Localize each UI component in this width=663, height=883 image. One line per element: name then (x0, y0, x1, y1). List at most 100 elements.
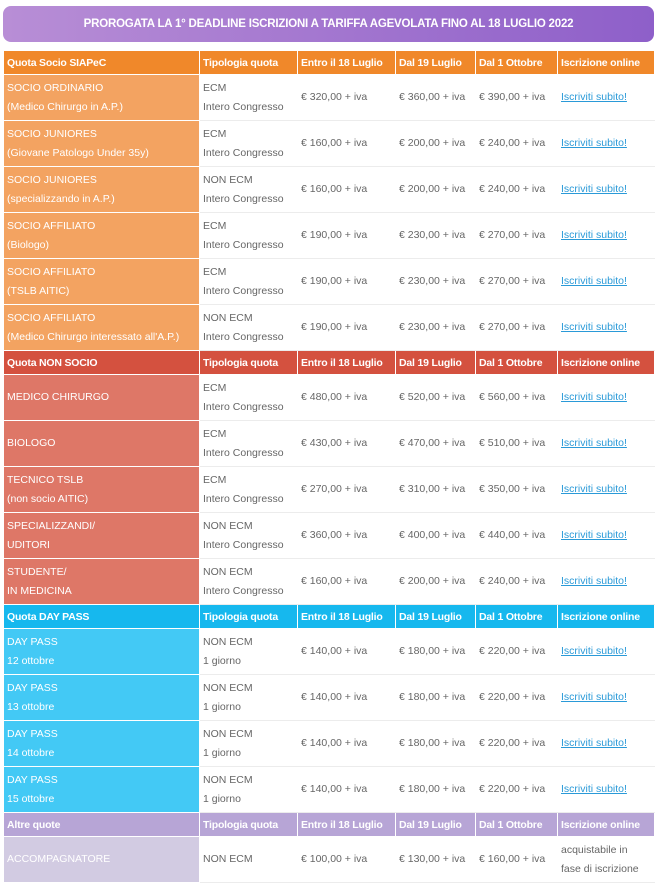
section-title: Quota Socio SIAPeC (3, 50, 200, 75)
column-header: Iscrizione online (557, 350, 655, 375)
column-header: Dal 19 Luglio (395, 812, 476, 837)
iscrizione-cell: Iscriviti subito! (557, 720, 655, 767)
price-cell: € 510,00 + iva (475, 420, 558, 467)
table-row: DAY PASS 14 ottobre NON ECM 1 giorno € 140,0… (3, 720, 655, 767)
quota-label: SOCIO ORDINARIO (7, 81, 104, 94)
iscriviti-link[interactable]: Iscriviti subito! (561, 783, 627, 795)
tipologia-cell: NON ECM 1 giorno (199, 720, 298, 767)
tipologia-duration: Intero Congresso (203, 100, 284, 113)
note-line: acquistabile in (561, 843, 628, 856)
quota-sublabel: (non socio AITIC) (7, 492, 89, 505)
price-cell: € 520,00 + iva (395, 374, 476, 421)
pricing-table: Quota Socio SIAPeC Tipologia quota Entro i… (3, 50, 655, 883)
column-header: Dal 19 Luglio (395, 604, 476, 629)
price-cell: € 160,00 + iva (475, 836, 558, 883)
price-cell: € 200,00 + iva (395, 120, 476, 167)
tipologia-duration: Intero Congresso (203, 146, 284, 159)
tipologia-type: ECM (203, 473, 227, 486)
table-row: SOCIO JUNIORES (specializzando in A.P.) NO… (3, 166, 655, 213)
iscrizione-cell: Iscriviti subito! (557, 512, 655, 559)
iscrizione-cell: Iscriviti subito! (557, 74, 655, 121)
tipologia-duration: Intero Congresso (203, 446, 284, 459)
price-cell: € 480,00 + iva (297, 374, 396, 421)
column-header: Dal 19 Luglio (395, 350, 476, 375)
quota-label: STUDENTE/ (7, 565, 67, 578)
quota-label: DAY PASS (7, 635, 58, 648)
tipologia-cell: NON ECM 1 giorno (199, 628, 298, 675)
quota-name: STUDENTE/IN MEDICINA (3, 558, 200, 605)
price-cell: € 390,00 + iva (475, 74, 558, 121)
quota-label: SOCIO JUNIORES (7, 173, 97, 186)
section-title: Quota NON SOCIO (3, 350, 200, 375)
tipologia-cell: NON ECM Intero Congresso (199, 304, 298, 351)
section-header-socio: Quota Socio SIAPeC Tipologia quota Entro i… (3, 50, 655, 75)
quota-name: SOCIO AFFILIATO (Biologo) (3, 212, 200, 259)
quota-name: SOCIO AFFILIATO (Medico Chirurgo interess… (3, 304, 200, 351)
quota-sublabel: (specializzando in A.P.) (7, 192, 115, 205)
quota-label: DAY PASS (7, 681, 58, 694)
price-cell: € 360,00 + iva (297, 512, 396, 559)
iscriviti-link[interactable]: Iscriviti subito! (561, 91, 627, 103)
iscriviti-link[interactable]: Iscriviti subito! (561, 483, 627, 495)
iscriviti-link[interactable]: Iscriviti subito! (561, 691, 627, 703)
table-row: SOCIO AFFILIATO (TSLB AITIC) ECM Intero Con… (3, 258, 655, 305)
quota-name: TECNICO TSLB (non socio AITIC) (3, 466, 200, 513)
iscriviti-link[interactable]: Iscriviti subito! (561, 391, 627, 403)
tipologia-cell: ECM Intero Congresso (199, 420, 298, 467)
tipologia-cell: ECM Intero Congresso (199, 374, 298, 421)
note-line: fase di iscrizione (561, 862, 639, 875)
table-row: SOCIO AFFILIATO (Medico Chirurgo interess… (3, 304, 655, 351)
iscriviti-link[interactable]: Iscriviti subito! (561, 183, 627, 195)
iscriviti-link[interactable]: Iscriviti subito! (561, 137, 627, 149)
price-cell: € 160,00 + iva (297, 558, 396, 605)
quota-name: DAY PASS 14 ottobre (3, 720, 200, 767)
iscriviti-link[interactable]: Iscriviti subito! (561, 437, 627, 449)
tipologia-type: ECM (203, 127, 227, 140)
quota-label: SOCIO JUNIORES (7, 127, 97, 140)
iscriviti-link[interactable]: Iscriviti subito! (561, 575, 627, 587)
table-row: TECNICO TSLB (non socio AITIC) ECM Intero C… (3, 466, 655, 513)
price-cell: € 470,00 + iva (395, 420, 476, 467)
tipologia-type: ECM (203, 81, 227, 94)
quota-sublabel: (Giovane Patologo Under 35y) (7, 146, 149, 159)
column-header: Tipologia quota (199, 350, 298, 375)
quota-label: TECNICO TSLB (7, 473, 84, 486)
price-cell: € 220,00 + iva (475, 674, 558, 721)
price-cell: € 190,00 + iva (297, 212, 396, 259)
quota-sublabel: 14 ottobre (7, 746, 55, 759)
price-cell: € 100,00 + iva (297, 836, 396, 883)
price-cell: € 180,00 + iva (395, 628, 476, 675)
deadline-banner: PROROGATA LA 1° DEADLINE ISCRIZIONI A TA… (3, 6, 654, 42)
section-header-daypass: Quota DAY PASS Tipologia quota Entro il 18… (3, 604, 655, 629)
iscriviti-link[interactable]: Iscriviti subito! (561, 645, 627, 657)
iscrizione-cell: Iscriviti subito! (557, 258, 655, 305)
tipologia-type: NON ECM (203, 565, 253, 578)
tipologia-type: NON ECM (203, 773, 253, 786)
iscriviti-link[interactable]: Iscriviti subito! (561, 321, 627, 333)
tipologia-duration: Intero Congresso (203, 538, 284, 551)
quota-sublabel: 15 ottobre (7, 792, 55, 805)
column-header: Tipologia quota (199, 812, 298, 837)
price-cell: € 270,00 + iva (475, 304, 558, 351)
column-header: Iscrizione online (557, 812, 655, 837)
iscrizione-cell: Iscriviti subito! (557, 304, 655, 351)
table-row: SOCIO JUNIORES (Giovane Patologo Under 35… (3, 120, 655, 167)
iscriviti-link[interactable]: Iscriviti subito! (561, 275, 627, 287)
tipologia-cell: ECM Intero Congresso (199, 120, 298, 167)
tipologia-cell: ECM Intero Congresso (199, 212, 298, 259)
tipologia-cell: ECM Intero Congresso (199, 258, 298, 305)
table-row: ACCOMPAGNATORE NON ECM € 100,00 + iva € 130… (3, 836, 655, 883)
iscriviti-link[interactable]: Iscriviti subito! (561, 529, 627, 541)
quota-label: MEDICO CHIRURGO (7, 391, 110, 403)
price-cell: € 190,00 + iva (297, 304, 396, 351)
quota-label: ACCOMPAGNATORE (7, 853, 111, 865)
tipologia-duration: 1 giorno (203, 792, 241, 805)
quota-name: DAY PASS 15 ottobre (3, 766, 200, 813)
iscriviti-link[interactable]: Iscriviti subito! (561, 737, 627, 749)
quota-name: DAY PASS 13 ottobre (3, 674, 200, 721)
iscrizione-cell: Iscriviti subito! (557, 558, 655, 605)
tipologia-cell: NON ECM (199, 836, 298, 883)
quota-sublabel: (TSLB AITIC) (7, 284, 70, 297)
iscriviti-link[interactable]: Iscriviti subito! (561, 229, 627, 241)
tipologia-duration: Intero Congresso (203, 192, 284, 205)
